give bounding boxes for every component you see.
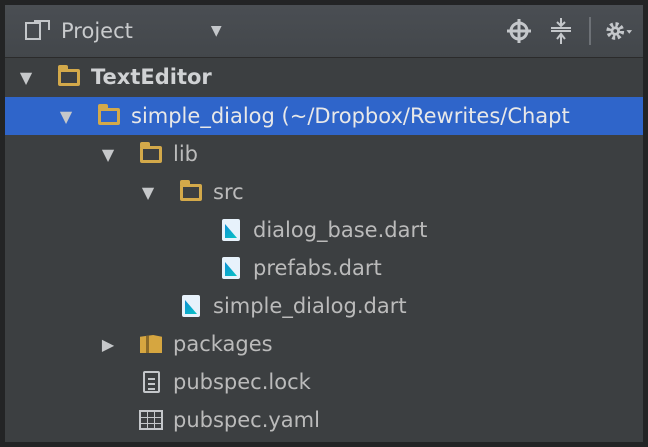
project-tree: ▼ TextEditor ▼ simple_dialog (~/Dropbox/… (5, 58, 643, 442)
panel-toolbar (505, 17, 633, 45)
tree-item-texteditor[interactable]: ▼ TextEditor (5, 58, 643, 96)
folder-icon (139, 141, 163, 166)
expand-arrow-icon[interactable]: ▼ (57, 107, 75, 126)
dart-file-icon (179, 294, 203, 318)
text-file-icon (139, 370, 163, 394)
tree-item-prefabs[interactable]: prefabs.dart (5, 249, 643, 287)
expand-arrow-icon[interactable]: ▶ (99, 335, 117, 354)
folder-icon (97, 103, 121, 128)
tree-item-pubspec-yaml[interactable]: pubspec.yaml (5, 401, 643, 439)
crosshair-icon[interactable] (505, 17, 533, 45)
expand-arrow-icon[interactable]: ▼ (17, 68, 35, 87)
folder-icon (179, 179, 203, 204)
tree-item-pubspec-lock[interactable]: pubspec.lock (5, 363, 643, 401)
tree-item-simple-dialog[interactable]: ▼ simple_dialog (~/Dropbox/Rewrites/Chap… (5, 97, 643, 135)
panel-header: Project ▼ (5, 5, 643, 58)
expand-arrow-icon[interactable]: ▼ (99, 145, 117, 164)
project-folder-icon (57, 64, 81, 89)
tree-item-simple-dialog-dart[interactable]: simple_dialog.dart (5, 287, 643, 325)
dart-file-icon (219, 218, 243, 242)
project-view-selector[interactable]: Project ▼ (25, 19, 222, 43)
tree-item-lib[interactable]: ▼ lib (5, 135, 643, 173)
gear-icon[interactable] (605, 17, 633, 45)
project-view-icon (25, 20, 51, 42)
yaml-file-icon (139, 408, 163, 432)
collapse-icon[interactable] (547, 17, 575, 45)
caret-down-icon[interactable]: ▼ (211, 23, 222, 39)
tree-item-dialog-base[interactable]: dialog_base.dart (5, 211, 643, 249)
dart-file-icon (219, 256, 243, 280)
tree-item-packages[interactable]: ▶ packages (5, 325, 643, 363)
toolbar-separator (589, 17, 591, 45)
package-icon (139, 332, 163, 356)
expand-arrow-icon[interactable]: ▼ (139, 183, 157, 202)
tree-item-src[interactable]: ▼ src (5, 173, 643, 211)
panel-title: Project (61, 19, 133, 43)
